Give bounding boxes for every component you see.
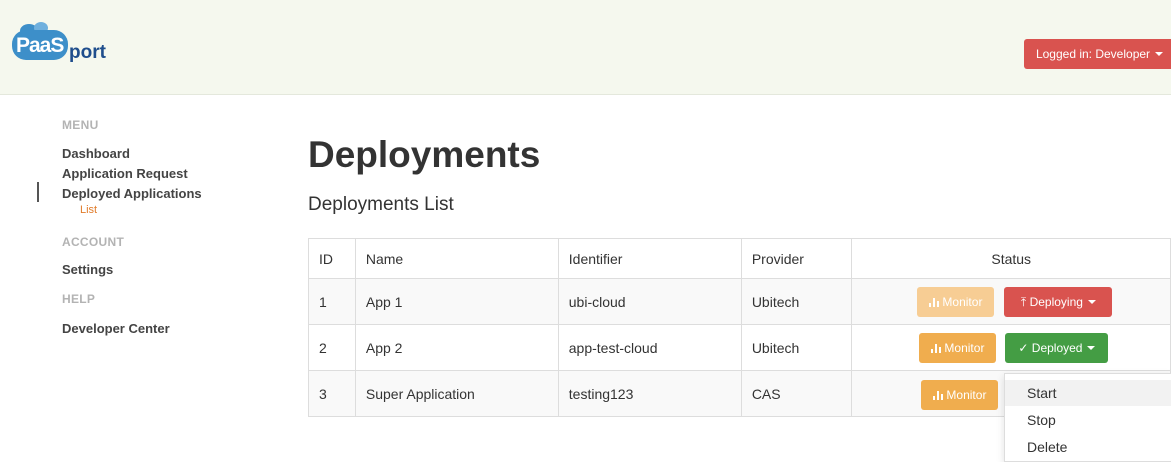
chevron-down-icon [1087,300,1096,304]
status-label: Deploying [1029,295,1083,309]
cell-provider: CAS [740,370,853,417]
check-icon: ✓ [1018,341,1029,355]
active-indicator [37,182,39,202]
cell-identifier: testing123 [557,370,742,417]
user-menu-button[interactable]: Logged in: Developer [1024,39,1171,69]
table-row: 2 App 2 app-test-cloud Ubitech Monitor ✓… [308,324,1171,371]
column-header-identifier: Identifier [557,238,742,279]
sidebar-subitem-list[interactable]: List [80,204,97,216]
page-subtitle: Deployments List [308,194,454,215]
menu-heading: MENU [62,118,99,132]
cell-provider: Ubitech [740,324,853,371]
monitor-button[interactable]: Monitor [921,380,999,410]
dropdown-item-stop[interactable]: Stop [1005,407,1171,433]
monitor-label: Monitor [946,388,987,402]
chevron-down-icon [1087,346,1096,350]
cell-id: 3 [308,370,356,417]
status-dropdown-button[interactable]: ⤒ Deploying [1004,287,1113,317]
cell-identifier: ubi-cloud [557,278,742,325]
sidebar-item-application-request[interactable]: Application Request [62,166,188,181]
account-heading: ACCOUNT [62,235,125,249]
bar-chart-icon [929,298,940,307]
monitor-button[interactable]: Monitor [917,287,995,317]
status-label: Deployed [1031,341,1083,355]
bar-chart-icon [933,391,944,400]
paasport-logo[interactable]: PaaS port [12,22,132,72]
logo-text-port: port [69,42,106,63]
cell-name: App 1 [354,278,559,325]
table-row: 1 App 1 ubi-cloud Ubitech Monitor ⤒ Depl… [308,278,1171,325]
sidebar-item-developer-center[interactable]: Developer Center [62,321,170,336]
bar-chart-icon [931,344,942,353]
cell-status: Monitor ⤒ Deploying [851,278,1171,325]
top-header: PaaS port Logged in: Developer [0,0,1171,95]
chevron-down-icon [1155,52,1164,56]
cell-provider: Ubitech [740,278,853,325]
column-header-provider: Provider [740,238,853,279]
page-title: Deployments [308,134,541,175]
monitor-label: Monitor [942,295,983,309]
column-header-name: Name [354,238,559,279]
table-header-row: ID Name Identifier Provider Status [308,238,1171,279]
monitor-label: Monitor [944,341,985,355]
cell-name: Super Application [354,370,559,417]
sidebar-item-settings[interactable]: Settings [62,262,113,277]
dropdown-item-start[interactable]: Start [1005,380,1171,406]
sidebar-item-deployed-applications[interactable]: Deployed Applications [62,186,202,201]
column-header-status: Status [851,238,1171,279]
user-menu-label: Logged in: Developer [1035,47,1151,61]
column-header-id: ID [308,238,356,279]
upload-icon: ⤒ [1020,295,1027,309]
cell-id: 2 [308,324,356,371]
cell-id: 1 [308,278,356,325]
cell-status: Monitor ✓ Deployed [851,324,1171,371]
status-dropdown-menu: Start Stop Delete [1004,373,1171,462]
cell-identifier: app-test-cloud [557,324,742,371]
cell-name: App 2 [354,324,559,371]
dropdown-item-delete[interactable]: Delete [1005,434,1171,460]
monitor-button[interactable]: Monitor [919,333,997,363]
status-dropdown-button[interactable]: ✓ Deployed [1005,333,1109,363]
sidebar-item-dashboard[interactable]: Dashboard [62,146,130,161]
logo-text-paas: PaaS [16,34,64,57]
help-heading: HELP [62,292,96,306]
